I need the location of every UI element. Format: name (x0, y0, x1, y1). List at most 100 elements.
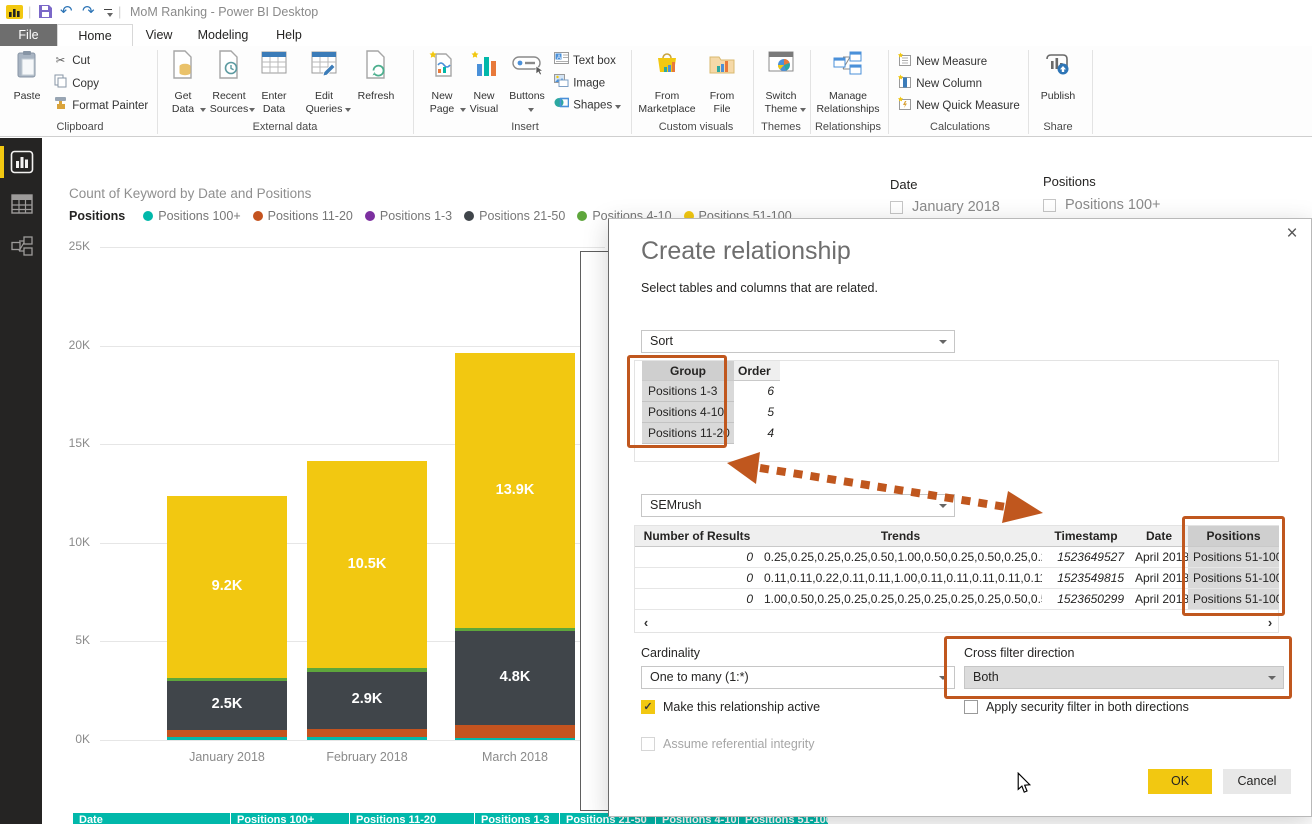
text-box-button[interactable]: A Text box (553, 52, 616, 70)
manage-relationships-button[interactable]: Manage Relationships (818, 50, 878, 114)
format-painter-button[interactable]: Format Painter (52, 96, 148, 114)
bar-segment-positions-4-10[interactable] (455, 628, 575, 631)
table2-cell[interactable]: April 2018 (1130, 589, 1188, 610)
table1-header-order[interactable]: Order (734, 361, 780, 381)
bar-segment-positions-11-20[interactable] (307, 729, 427, 737)
table2-cell[interactable]: April 2018 (1130, 568, 1188, 589)
date-slicer-item[interactable]: January 2018 (890, 199, 1000, 215)
table2-cell[interactable]: 1523549815 (1042, 568, 1130, 589)
new-visual-button[interactable]: New Visual (466, 50, 502, 114)
format-painter-icon (52, 96, 69, 116)
scroll-left-icon[interactable]: ‹ (639, 613, 653, 629)
table1-cell[interactable]: 5 (734, 402, 780, 423)
positions-slicer: Positions Positions 100+ (1043, 174, 1161, 213)
table2-cell[interactable]: 0 (635, 568, 759, 589)
make-active-checkbox-row[interactable]: ✓ Make this relationship active (641, 700, 820, 714)
buttons-button[interactable]: Buttons (505, 50, 549, 114)
bar-segment-positions-100+[interactable] (307, 737, 427, 740)
folder-icon (708, 50, 736, 78)
recent-sources-icon (217, 50, 241, 80)
legend-item[interactable]: Positions 1-3 (365, 209, 452, 223)
bar-data-label: 10.5K (307, 556, 427, 572)
table2-cell[interactable]: 1523649527 (1042, 547, 1130, 568)
bar-segment-positions-21-50[interactable] (307, 672, 427, 729)
tab-help[interactable]: Help (261, 24, 317, 46)
image-button[interactable]: Image (553, 74, 605, 92)
tab-file[interactable]: File (0, 24, 57, 46)
bar-segment-positions-51-100[interactable] (455, 353, 575, 627)
cardinality-label: Cardinality (641, 646, 700, 660)
new-quick-measure-button[interactable]: New Quick Measure (896, 96, 1020, 114)
annotation-box-positions-column (1182, 516, 1285, 616)
from-file-button[interactable]: From File (702, 50, 742, 114)
bottom-header-cell[interactable]: Positions 1-3 (475, 813, 559, 824)
table2-header-date[interactable]: Date (1130, 526, 1188, 547)
redo-icon[interactable]: ↷ (82, 1, 95, 23)
bar-segment-positions-51-100[interactable] (167, 496, 287, 677)
publish-button[interactable]: Publish (1036, 50, 1080, 114)
bar-segment-positions-11-20[interactable] (167, 730, 287, 737)
table2-cell[interactable]: 0.11,0.11,0.22,0.11,0.11,1.00,0.11,0.11,… (759, 568, 1042, 589)
checkbox-checked-icon[interactable]: ✓ (641, 700, 655, 714)
table1-cell[interactable]: 6 (734, 381, 780, 402)
table2-cell[interactable]: 1.00,0.50,0.25,0.25,0.25,0.25,0.25,0.25,… (759, 589, 1042, 610)
refresh-button[interactable]: Refresh (354, 50, 398, 114)
report-view-icon[interactable] (10, 150, 34, 174)
bar-segment-positions-4-10[interactable] (167, 678, 287, 681)
table1-selector-dropdown[interactable]: Sort (641, 330, 955, 353)
bottom-header-cell[interactable]: Date (73, 813, 230, 824)
new-page-icon (429, 50, 455, 78)
legend-item[interactable]: Positions 21-50 (464, 209, 565, 223)
bar-segment-positions-100+[interactable] (167, 737, 287, 740)
data-view-icon[interactable] (10, 192, 34, 216)
legend-item[interactable]: Positions 100+ (143, 209, 240, 223)
undo-icon[interactable]: ↶ (60, 1, 73, 23)
legend-dot-icon (464, 211, 474, 221)
scissors-icon: ✂ (52, 52, 69, 70)
new-column-button[interactable]: New Column (896, 74, 982, 92)
table2-cell[interactable]: 0 (635, 547, 759, 568)
checkbox-icon[interactable] (890, 201, 903, 214)
bar-segment-positions-21-50[interactable] (167, 681, 287, 730)
paste-button[interactable]: Paste (6, 50, 48, 114)
shapes-button[interactable]: Shapes (553, 96, 621, 114)
table2-cell[interactable]: 0.25,0.25,0.25,0.25,0.50,1.00,0.50,0.25,… (759, 547, 1042, 568)
cut-button[interactable]: ✂ Cut (52, 52, 90, 70)
bar-segment-positions-4-10[interactable] (307, 668, 427, 671)
cardinality-dropdown[interactable]: One to many (1:*) (641, 666, 955, 689)
tab-view[interactable]: View (133, 24, 185, 46)
table2-cell[interactable]: 0 (635, 589, 759, 610)
group-label-insert: Insert (470, 121, 580, 133)
bar-segment-positions-100+[interactable] (455, 738, 575, 740)
tab-home[interactable]: Home (57, 24, 133, 46)
group-label-external-data: External data (230, 121, 340, 133)
model-view-icon[interactable] (10, 234, 34, 258)
positions-slicer-item[interactable]: Positions 100+ (1043, 197, 1161, 213)
table2-cell[interactable]: April 2018 (1130, 547, 1188, 568)
title-bar: | ↶ ↷ | MoM Ranking - Power BI Desktop (0, 0, 1312, 24)
security-filter-checkbox-row[interactable]: Apply security filter in both directions (964, 700, 1189, 714)
edit-queries-button[interactable]: Edit Queries (300, 50, 348, 114)
bar-segment-positions-51-100[interactable] (307, 461, 427, 668)
new-measure-button[interactable]: New Measure (896, 52, 987, 70)
legend-dot-icon (577, 211, 587, 221)
date-slicer: Date January 2018 (890, 177, 1000, 215)
legend-item[interactable]: Positions 11-20 (253, 209, 353, 223)
checkbox-icon[interactable] (1043, 199, 1056, 212)
bar-segment-positions-11-20[interactable] (455, 725, 575, 737)
tab-modeling[interactable]: Modeling (185, 24, 261, 46)
bottom-header-cell[interactable]: Positions 100+ (231, 813, 349, 824)
new-column-icon (896, 74, 913, 94)
switch-theme-button[interactable]: Switch Theme (759, 50, 803, 114)
relationships-icon (833, 50, 863, 76)
close-icon[interactable]: × (1281, 223, 1303, 245)
save-icon[interactable] (38, 4, 53, 24)
ok-button[interactable]: OK (1148, 769, 1212, 794)
qat-customize-icon[interactable] (104, 9, 112, 10)
cancel-button[interactable]: Cancel (1223, 769, 1291, 794)
copy-button[interactable]: Copy (52, 74, 99, 92)
bar-segment-positions-21-50[interactable] (455, 631, 575, 726)
table2-cell[interactable]: 1523650299 (1042, 589, 1130, 610)
bottom-header-cell[interactable]: Positions 11-20 (350, 813, 474, 824)
checkbox-icon[interactable] (964, 700, 978, 714)
